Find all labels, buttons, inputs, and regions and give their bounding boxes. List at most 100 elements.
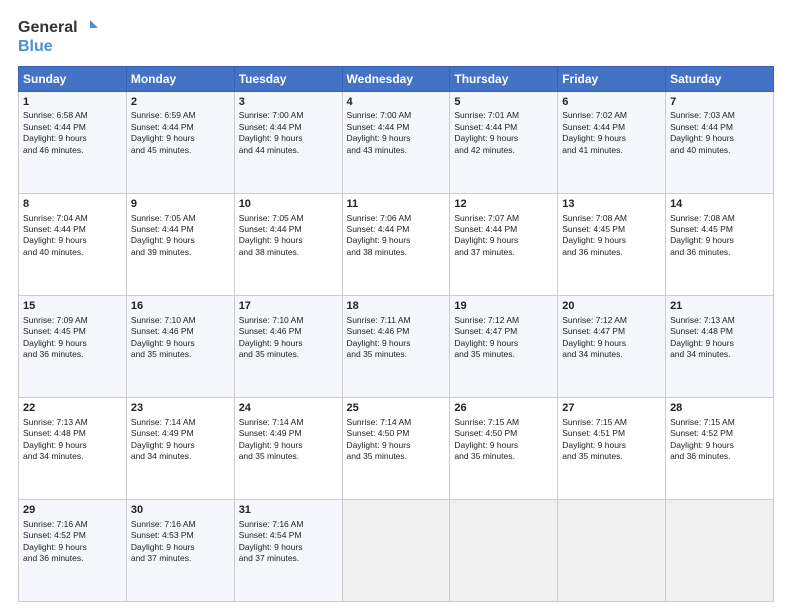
calendar-cell: 13Sunrise: 7:08 AMSunset: 4:45 PMDayligh… <box>558 193 666 295</box>
page: General Blue Sunday Monday Tuesday Wedne… <box>0 0 792 612</box>
calendar-cell: 3Sunrise: 7:00 AMSunset: 4:44 PMDaylight… <box>234 91 342 193</box>
day-number: 26 <box>454 401 553 416</box>
col-saturday: Saturday <box>666 66 774 91</box>
day-number: 16 <box>131 299 230 314</box>
daylight-label: Daylight: 9 hoursand 35 minutes. <box>131 338 195 359</box>
daylight-label: Daylight: 9 hoursand 37 minutes. <box>239 542 303 563</box>
sunrise-text: Sunrise: 7:16 AM <box>239 519 304 529</box>
calendar-cell: 16Sunrise: 7:10 AMSunset: 4:46 PMDayligh… <box>126 295 234 397</box>
day-number: 10 <box>239 197 338 212</box>
day-number: 22 <box>23 401 122 416</box>
calendar-week-4: 22Sunrise: 7:13 AMSunset: 4:48 PMDayligh… <box>19 397 774 499</box>
logo-general: General <box>18 19 78 37</box>
day-number: 21 <box>670 299 769 314</box>
sunrise-text: Sunrise: 7:08 AM <box>562 213 627 223</box>
calendar-cell <box>666 499 774 601</box>
sunrise-text: Sunrise: 7:06 AM <box>347 213 412 223</box>
sunrise-text: Sunrise: 7:13 AM <box>23 417 88 427</box>
sunset-text: Sunset: 4:44 PM <box>131 122 194 132</box>
daylight-label: Daylight: 9 hoursand 35 minutes. <box>347 338 411 359</box>
col-wednesday: Wednesday <box>342 66 450 91</box>
calendar-week-3: 15Sunrise: 7:09 AMSunset: 4:45 PMDayligh… <box>19 295 774 397</box>
calendar-cell: 15Sunrise: 7:09 AMSunset: 4:45 PMDayligh… <box>19 295 127 397</box>
sunrise-text: Sunrise: 6:59 AM <box>131 110 196 120</box>
calendar-cell: 19Sunrise: 7:12 AMSunset: 4:47 PMDayligh… <box>450 295 558 397</box>
calendar-cell: 2Sunrise: 6:59 AMSunset: 4:44 PMDaylight… <box>126 91 234 193</box>
calendar-cell: 23Sunrise: 7:14 AMSunset: 4:49 PMDayligh… <box>126 397 234 499</box>
sunrise-text: Sunrise: 7:00 AM <box>239 110 304 120</box>
calendar-cell: 9Sunrise: 7:05 AMSunset: 4:44 PMDaylight… <box>126 193 234 295</box>
calendar-cell: 27Sunrise: 7:15 AMSunset: 4:51 PMDayligh… <box>558 397 666 499</box>
calendar-week-5: 29Sunrise: 7:16 AMSunset: 4:52 PMDayligh… <box>19 499 774 601</box>
calendar-cell: 6Sunrise: 7:02 AMSunset: 4:44 PMDaylight… <box>558 91 666 193</box>
calendar-cell: 5Sunrise: 7:01 AMSunset: 4:44 PMDaylight… <box>450 91 558 193</box>
sunset-text: Sunset: 4:47 PM <box>562 326 625 336</box>
day-number: 19 <box>454 299 553 314</box>
calendar-table: Sunday Monday Tuesday Wednesday Thursday… <box>18 66 774 602</box>
day-number: 23 <box>131 401 230 416</box>
daylight-label: Daylight: 9 hoursand 35 minutes. <box>454 338 518 359</box>
daylight-label: Daylight: 9 hoursand 35 minutes. <box>454 440 518 461</box>
calendar-week-1: 1Sunrise: 6:58 AM Sunset: 4:44 PM Daylight… <box>19 91 774 193</box>
daylight-label: Daylight: 9 hoursand 38 minutes. <box>239 235 303 256</box>
sunset-text: Sunset: 4:45 PM <box>562 224 625 234</box>
sunrise-text: Sunrise: 7:16 AM <box>131 519 196 529</box>
daylight-label: Daylight: 9 hoursand 34 minutes. <box>23 440 87 461</box>
calendar-cell: 21Sunrise: 7:13 AMSunset: 4:48 PMDayligh… <box>666 295 774 397</box>
calendar-cell: 24Sunrise: 7:14 AMSunset: 4:49 PMDayligh… <box>234 397 342 499</box>
header-row: Sunday Monday Tuesday Wednesday Thursday… <box>19 66 774 91</box>
calendar-cell <box>342 499 450 601</box>
sunrise-text: Sunrise: 7:10 AM <box>131 315 196 325</box>
day-number: 11 <box>347 197 446 212</box>
sunrise-text: Sunrise: 7:15 AM <box>562 417 627 427</box>
sunrise-text: Sunrise: 7:00 AM <box>347 110 412 120</box>
calendar-cell: 17Sunrise: 7:10 AMSunset: 4:46 PMDayligh… <box>234 295 342 397</box>
calendar-cell: 22Sunrise: 7:13 AMSunset: 4:48 PMDayligh… <box>19 397 127 499</box>
sunset-text: Sunset: 4:48 PM <box>670 326 733 336</box>
sunrise-text: Sunrise: 7:16 AM <box>23 519 88 529</box>
sunset-text: Sunset: 4:45 PM <box>670 224 733 234</box>
sunset-text: Sunset: 4:44 PM <box>239 122 302 132</box>
daylight-label: Daylight: 9 hoursand 34 minutes. <box>670 338 734 359</box>
col-tuesday: Tuesday <box>234 66 342 91</box>
logo-arrow-icon <box>80 18 100 38</box>
header: General Blue <box>18 18 774 56</box>
calendar-cell: 31Sunrise: 7:16 AMSunset: 4:54 PMDayligh… <box>234 499 342 601</box>
daylight-label: Daylight: 9 hoursand 38 minutes. <box>347 235 411 256</box>
sunrise-text: Sunrise: 7:07 AM <box>454 213 519 223</box>
calendar-cell: 7Sunrise: 7:03 AMSunset: 4:44 PMDaylight… <box>666 91 774 193</box>
calendar-cell: 28Sunrise: 7:15 AMSunset: 4:52 PMDayligh… <box>666 397 774 499</box>
calendar-cell: 1Sunrise: 6:58 AMSunset: 4:44 PMDaylight… <box>19 91 127 193</box>
calendar-cell: 25Sunrise: 7:14 AMSunset: 4:50 PMDayligh… <box>342 397 450 499</box>
day-number: 12 <box>454 197 553 212</box>
col-friday: Friday <box>558 66 666 91</box>
daylight-label: Daylight: 9 hoursand 34 minutes. <box>562 338 626 359</box>
logo-blue: Blue <box>18 38 53 56</box>
col-sunday: Sunday <box>19 66 127 91</box>
sunset-text: Sunset: 4:47 PM <box>454 326 517 336</box>
sunrise-text: Sunrise: 7:01 AM <box>454 110 519 120</box>
daylight-label: Daylight: 9 hoursand 35 minutes. <box>239 338 303 359</box>
sunset-text: Sunset: 4:44 PM <box>23 122 86 132</box>
sunset-text: Sunset: 4:53 PM <box>131 530 194 540</box>
sunset-text: Sunset: 4:46 PM <box>347 326 410 336</box>
sunset-text: Sunset: 4:44 PM <box>562 122 625 132</box>
daylight-label: Daylight: 9 hoursand 43 minutes. <box>347 133 411 154</box>
sunset-text: Sunset: 4:44 PM <box>23 224 86 234</box>
day-number: 13 <box>562 197 661 212</box>
sunrise-text: Sunrise: 7:02 AM <box>562 110 627 120</box>
day-number: 27 <box>562 401 661 416</box>
calendar-cell: 20Sunrise: 7:12 AMSunset: 4:47 PMDayligh… <box>558 295 666 397</box>
sunset-text: Sunset: 4:44 PM <box>347 224 410 234</box>
sunrise-text: Sunrise: 6:58 AM <box>23 110 88 120</box>
sunrise-text: Sunrise: 7:10 AM <box>239 315 304 325</box>
daylight-label: Daylight: 9 hoursand 40 minutes. <box>670 133 734 154</box>
daylight-label: Daylight: 9 hoursand 36 minutes. <box>562 235 626 256</box>
sunrise-text: Sunrise: 7:03 AM <box>670 110 735 120</box>
sunrise-text: Sunrise: 7:08 AM <box>670 213 735 223</box>
sunset-text: Sunset: 4:54 PM <box>239 530 302 540</box>
day-number: 1 <box>23 95 122 110</box>
sunrise-text: Sunrise: 7:14 AM <box>131 417 196 427</box>
calendar-cell: 8Sunrise: 7:04 AMSunset: 4:44 PMDaylight… <box>19 193 127 295</box>
calendar-cell: 14Sunrise: 7:08 AMSunset: 4:45 PMDayligh… <box>666 193 774 295</box>
